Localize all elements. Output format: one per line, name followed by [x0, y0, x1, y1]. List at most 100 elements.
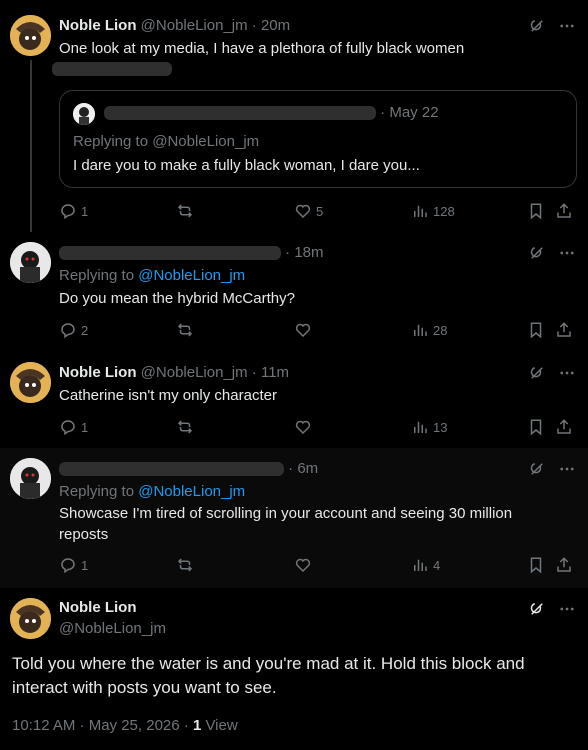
- grok-icon[interactable]: [528, 244, 546, 262]
- views-button[interactable]: 128: [411, 201, 455, 221]
- more-options-icon[interactable]: [558, 17, 576, 35]
- display-name[interactable]: Noble Lion: [59, 364, 137, 381]
- reply-icon: [61, 558, 75, 574]
- like-button[interactable]: [294, 320, 316, 340]
- post-time[interactable]: 20m: [261, 17, 290, 34]
- post-timestamp[interactable]: 10:12 AM · May 25, 2026 ·: [12, 717, 193, 734]
- reply-count: 1: [81, 419, 89, 435]
- bookmark-icon: [530, 203, 542, 220]
- post-top-icons: [528, 364, 576, 382]
- like-button[interactable]: [294, 417, 316, 437]
- more-options-icon[interactable]: [558, 460, 576, 478]
- bookmark-icon: [530, 419, 542, 436]
- display-name[interactable]: Noble Lion: [59, 17, 137, 34]
- user-handle[interactable]: @NobleLion_jm: [141, 364, 248, 381]
- replying-to: Replying to @NobleLion_jm: [59, 483, 246, 500]
- share-icon: [557, 419, 571, 434]
- more-options-icon[interactable]: [558, 244, 576, 262]
- views-button[interactable]: 4: [411, 555, 440, 575]
- action-bar: 1 13: [59, 417, 576, 437]
- post-top-icons: [528, 460, 576, 478]
- repost-icon: [177, 420, 193, 434]
- redacted-name[interactable]: [59, 246, 281, 261]
- like-count: 5: [316, 203, 324, 219]
- share-button[interactable]: [555, 417, 573, 437]
- replying-to-handle[interactable]: @NobleLion_jm: [138, 267, 245, 284]
- redacted-scribble: [52, 62, 172, 76]
- post-time[interactable]: 6m: [297, 460, 318, 477]
- share-button[interactable]: [555, 320, 573, 340]
- grok-icon[interactable]: [528, 364, 546, 382]
- share-icon: [557, 557, 571, 572]
- post-4[interactable]: · 6m Replying to @NobleLion_jm Showcase …: [0, 448, 588, 588]
- repost-button[interactable]: [176, 417, 198, 437]
- display-name[interactable]: Noble Lion: [59, 599, 137, 616]
- post-header: Noble Lion @NobleLion_jm · 11m: [59, 364, 290, 381]
- avatar[interactable]: [10, 598, 51, 639]
- quoted-header: · May 22: [104, 104, 439, 121]
- avatar[interactable]: [10, 458, 51, 499]
- quoted-avatar: [73, 103, 95, 125]
- reply-button[interactable]: 1: [59, 555, 88, 575]
- avatar[interactable]: [10, 362, 51, 403]
- repost-button[interactable]: [176, 201, 198, 221]
- bookmark-button[interactable]: [527, 201, 545, 221]
- share-icon: [557, 203, 571, 218]
- post-meta: 10:12 AM · May 25, 2026 · 1 View: [12, 717, 238, 734]
- redacted-name[interactable]: [59, 462, 284, 477]
- like-button[interactable]: 5: [294, 201, 323, 221]
- avatar[interactable]: [10, 15, 51, 56]
- user-handle[interactable]: @NobleLion_jm: [141, 17, 248, 34]
- views-button[interactable]: 28: [411, 320, 447, 340]
- post-text: Showcase I'm tired of scrolling in your …: [59, 505, 513, 543]
- reply-count: 2: [81, 322, 89, 338]
- bookmark-icon: [530, 557, 542, 574]
- views-count: 128: [433, 203, 455, 219]
- action-bar: 1 5 128: [59, 201, 576, 221]
- views-count: 13: [433, 419, 448, 435]
- reply-button[interactable]: 1: [59, 417, 88, 437]
- repost-icon: [177, 204, 193, 218]
- bookmark-button[interactable]: [527, 320, 545, 340]
- views-icon: [414, 205, 427, 217]
- more-options-icon[interactable]: [558, 364, 576, 382]
- bookmark-button[interactable]: [527, 555, 545, 575]
- heart-icon: [295, 204, 311, 219]
- quoted-text: I dare you to make a fully black woman, …: [73, 157, 420, 174]
- action-bar: 1 4: [59, 555, 576, 575]
- avatar[interactable]: [10, 242, 51, 283]
- post-text: One look at my media, I have a plethora …: [59, 40, 465, 57]
- reply-count: 1: [81, 557, 89, 573]
- grok-icon[interactable]: [528, 460, 546, 478]
- more-options-icon[interactable]: [558, 600, 576, 618]
- post-time[interactable]: 11m: [261, 364, 289, 381]
- post-2[interactable]: · 18m Replying to @NobleLion_jm Do you m…: [0, 232, 588, 350]
- repost-button[interactable]: [176, 320, 198, 340]
- reply-count: 1: [81, 203, 89, 219]
- repost-button[interactable]: [176, 555, 198, 575]
- post-1[interactable]: Noble Lion @NobleLion_jm · 20m One look …: [0, 0, 588, 232]
- quoted-post[interactable]: · May 22 Replying to @NobleLion_jm I dar…: [59, 90, 577, 188]
- post-header: · 6m: [59, 459, 318, 478]
- quoted-time: May 22: [389, 104, 439, 121]
- reply-icon: [61, 204, 75, 220]
- share-icon: [557, 322, 571, 337]
- views-button[interactable]: 13: [411, 417, 447, 437]
- bookmark-button[interactable]: [527, 417, 545, 437]
- share-button[interactable]: [555, 201, 573, 221]
- views-count: 4: [433, 557, 441, 573]
- post-top-icons: [528, 17, 576, 35]
- post-time[interactable]: 18m: [294, 244, 323, 261]
- post-3[interactable]: Noble Lion @NobleLion_jm · 11m Catherine…: [0, 350, 588, 448]
- reply-button[interactable]: 2: [59, 320, 88, 340]
- user-handle[interactable]: @NobleLion_jm: [59, 620, 166, 637]
- post-header: Noble Lion @NobleLion_jm · 20m: [59, 17, 291, 34]
- share-button[interactable]: [555, 555, 573, 575]
- redacted-name: [104, 106, 376, 121]
- grok-icon[interactable]: [528, 17, 546, 35]
- reply-button[interactable]: 1: [59, 201, 88, 221]
- repost-icon: [177, 558, 193, 572]
- like-button[interactable]: [294, 555, 316, 575]
- replying-to-handle[interactable]: @NobleLion_jm: [138, 483, 245, 500]
- grok-icon[interactable]: [528, 600, 546, 618]
